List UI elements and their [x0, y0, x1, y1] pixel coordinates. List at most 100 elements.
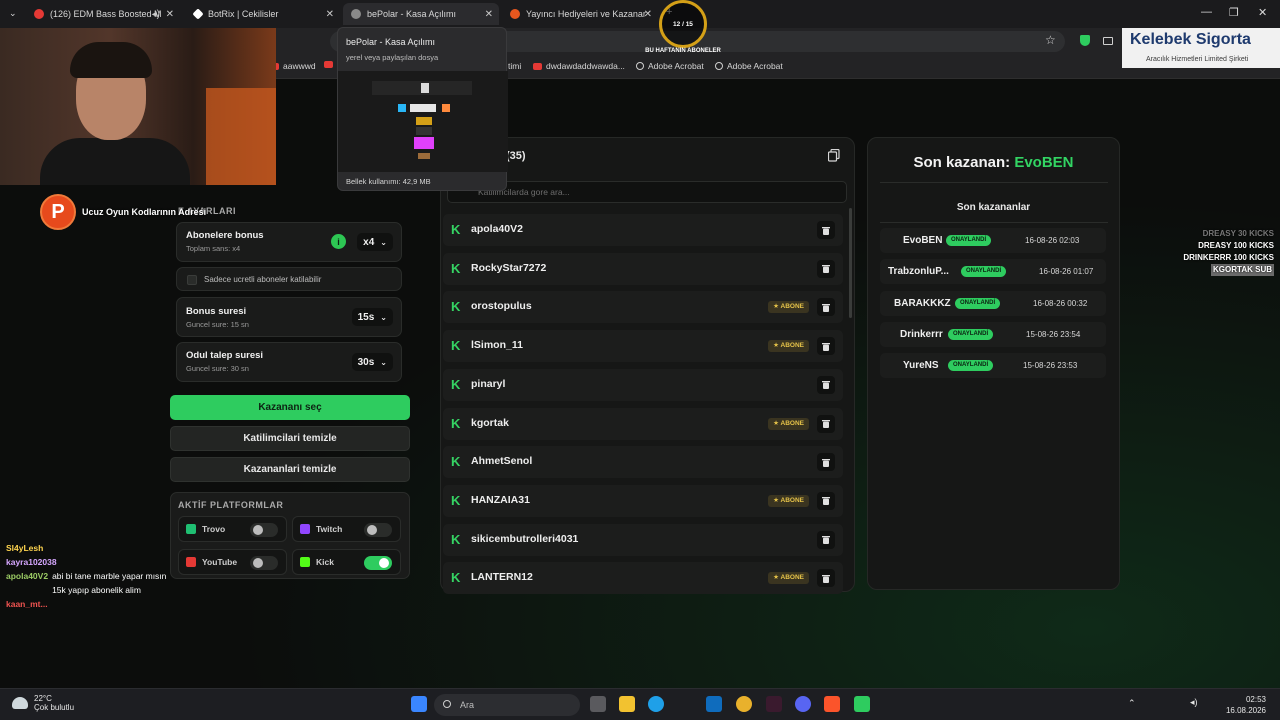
weather-temp: 22°C [34, 694, 52, 703]
delete-participant-button[interactable] [817, 530, 835, 549]
delete-participant-button[interactable] [817, 375, 835, 394]
participant-search-input[interactable]: Katilimcilarda gore ara... [447, 181, 847, 203]
kick-icon: K [451, 415, 461, 431]
chrome-icon[interactable] [736, 696, 752, 712]
tab-bepolar[interactable]: bePolar - Kasa Açılımı ✕ [343, 3, 499, 25]
trovo-toggle[interactable] [250, 523, 278, 537]
delete-participant-button[interactable] [817, 491, 835, 510]
trash-icon [822, 265, 830, 274]
star-icon: ★ [773, 342, 781, 350]
kick-app-icon[interactable] [854, 696, 870, 712]
kick-toggle[interactable] [364, 556, 392, 570]
taskbar-search[interactable]: Ara [434, 694, 580, 716]
tab-botrix[interactable]: BotRix | Cekilisler ✕ [186, 3, 340, 25]
minimize-icon[interactable]: — [1201, 6, 1212, 18]
youtube-toggle[interactable] [250, 556, 278, 570]
speaker-icon: ◂) [151, 8, 160, 20]
tray-chevron-icon[interactable]: ⌃ [1128, 698, 1136, 709]
mail-icon[interactable] [706, 696, 722, 712]
star-icon: ★ [773, 419, 781, 427]
clear-winners-button[interactable]: Kazananlari temizle [170, 457, 410, 482]
tab-search-chevron-icon[interactable]: ⌄ [9, 8, 17, 19]
trash-icon [822, 574, 830, 583]
brave-icon[interactable] [824, 696, 840, 712]
bookmark-item[interactable]: aawwwd [270, 61, 316, 71]
participant-name: sikicembutrolleri4031 [471, 532, 579, 545]
tab-edm[interactable]: (126) EDM Bass Boosted M ◂) ✕ [26, 3, 180, 25]
participant-name: HANZAIA31 [471, 493, 530, 506]
file-explorer-icon[interactable] [619, 696, 635, 712]
close-icon[interactable]: ✕ [644, 9, 652, 20]
chat-username[interactable]: apola40V2 [6, 569, 48, 597]
info-icon[interactable]: i [331, 234, 346, 249]
close-icon[interactable]: ✕ [166, 9, 174, 20]
participant-row[interactable]: Korostopulus ★ ABONE [443, 291, 843, 324]
participant-row[interactable]: K LANTERN12 ★ ABONE [443, 562, 843, 595]
task-view-icon[interactable] [590, 696, 606, 712]
window-close-icon[interactable]: ✕ [1258, 6, 1267, 19]
volume-icon[interactable]: ◂) [1190, 697, 1198, 708]
edge-icon[interactable] [648, 696, 664, 712]
participant-row[interactable]: KlSimon_11 ★ ABONE [443, 330, 843, 363]
delete-participant-button[interactable] [817, 259, 835, 278]
discord-icon[interactable] [795, 696, 811, 712]
sponsor-name: Kelebek Sigorta [1130, 31, 1251, 48]
close-icon[interactable]: ✕ [326, 9, 334, 20]
delete-participant-button[interactable] [817, 569, 835, 588]
claim-time-select[interactable]: 30s ⌄ [351, 353, 393, 371]
shield-icon[interactable] [1080, 35, 1090, 46]
delete-participant-button[interactable] [817, 298, 835, 317]
bookmark-item[interactable]: timi [508, 61, 521, 71]
participant-row[interactable]: K AhmetSenol [443, 446, 843, 479]
star-icon: ★ [773, 496, 781, 504]
delete-participant-button[interactable] [817, 337, 835, 356]
pick-winner-button[interactable]: Kazananı seç [170, 395, 410, 420]
copy-icon[interactable] [828, 149, 840, 162]
windows-start-icon[interactable] [411, 696, 427, 712]
paid-only-card[interactable]: Sadece ucretli aboneler katilabilir [176, 267, 402, 291]
sub-goal-caption: BU HAFTANIN ABONELER [645, 48, 721, 54]
select-value: 30s [357, 356, 375, 368]
clock[interactable]: 02:53 16.08.2026 [1226, 694, 1266, 716]
participant-row[interactable]: Ksikicembutrolleri4031 [443, 523, 843, 556]
paid-only-checkbox[interactable] [187, 275, 197, 285]
participant-row[interactable]: Kpinaryl [443, 368, 843, 401]
webcam-lamp [206, 88, 276, 185]
kick-icon: K [451, 260, 461, 276]
clear-participants-button[interactable]: Katilimcilari temizle [170, 426, 410, 451]
participant-row[interactable]: K HANZAIA31 ★ ABONE [443, 484, 843, 517]
participant-row[interactable]: K RockyStar7272 [443, 252, 843, 285]
delete-participant-button[interactable] [817, 221, 835, 239]
bookmark-item[interactable]: Adobe Acrobat [636, 61, 704, 71]
bookmark-item[interactable] [324, 61, 333, 68]
kick-alerts: DREASY 30 KICKS DREASY 100 KICKS DRINKER… [1183, 228, 1274, 276]
app-icon[interactable] [766, 696, 782, 712]
close-icon[interactable]: ✕ [485, 9, 493, 20]
chat-username[interactable]: kaan_mt... [6, 597, 48, 611]
bonus-select[interactable]: x4 ⌄ [357, 233, 393, 251]
star-icon: ★ [773, 574, 781, 582]
scrollbar[interactable] [849, 208, 852, 318]
p-icon [510, 9, 520, 19]
delete-participant-button[interactable] [817, 453, 835, 472]
twitch-toggle[interactable] [364, 523, 392, 537]
participant-row[interactable]: Kapola40V2 [443, 214, 843, 246]
bookmark-item[interactable]: dwdawdaddwawda... [533, 61, 625, 71]
bookmark-item[interactable]: Adobe Acrobat [715, 61, 783, 71]
hover-title: bePolar - Kasa Açılımı [346, 37, 436, 47]
bookmark-star-icon[interactable]: ☆ [1045, 33, 1056, 47]
maximize-icon[interactable]: ❐ [1229, 6, 1239, 19]
chat-username[interactable]: kayra102038 [6, 555, 57, 569]
chat-username[interactable]: Sl4yLesh [6, 541, 43, 555]
participant-row[interactable]: Kkgortak ★ ABONE [443, 407, 843, 440]
participant-name: kgortak [471, 416, 509, 429]
bonus-time-select[interactable]: 15s ⌄ [351, 308, 393, 326]
weather-widget[interactable]: 22°C Çok bulutlu [34, 694, 74, 712]
abone-label: ABONE [780, 496, 804, 504]
extension-icon[interactable] [1103, 37, 1113, 45]
delete-participant-button[interactable] [817, 414, 835, 433]
ad-banner: P Ucuz Oyun Kodlarının Adresi [40, 194, 206, 230]
trash-icon [822, 303, 830, 312]
tab-yayinci[interactable]: Yayıncı Hediyeleri ve Kazananlar ✕ [502, 3, 658, 25]
kick-alert: DRINKERRR 100 KICKS [1183, 253, 1274, 262]
